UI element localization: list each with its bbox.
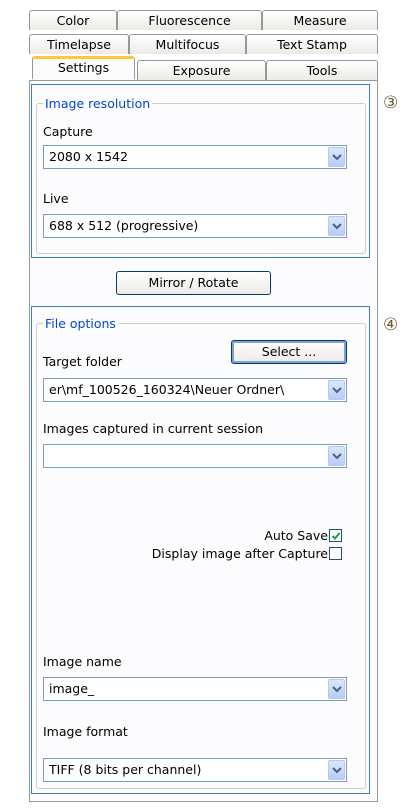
select-folder-button[interactable]: Select ... — [231, 340, 347, 364]
callout-marker-4: ④ — [383, 315, 399, 335]
tab-text-stamp[interactable]: Text Stamp — [246, 34, 378, 54]
target-folder-value: er\mf_100526_160324\Neuer Ordner\ — [49, 382, 285, 397]
images-captured-label: Images captured in current session — [43, 421, 264, 436]
live-resolution-select[interactable]: 688 x 512 (progressive) — [43, 214, 347, 238]
file-options-legend: File options — [43, 316, 118, 331]
capture-resolution-select[interactable]: 2080 x 1542 — [43, 145, 347, 169]
images-captured-select[interactable] — [43, 444, 347, 468]
tab-fluorescence[interactable]: Fluorescence — [117, 10, 262, 30]
checkmark-icon — [331, 532, 341, 540]
target-folder-label: Target folder — [43, 354, 122, 369]
image-name-select[interactable]: image_ — [43, 677, 347, 701]
live-label: Live — [43, 191, 69, 206]
target-folder-select[interactable]: er\mf_100526_160324\Neuer Ordner\ — [43, 378, 347, 402]
image-name-label: Image name — [43, 654, 122, 669]
tab-tools[interactable]: Tools — [266, 60, 378, 80]
capture-resolution-value: 2080 x 1542 — [49, 149, 128, 164]
image-format-value: TIFF (8 bits per channel) — [49, 762, 202, 777]
chevron-down-icon[interactable] — [328, 760, 345, 780]
auto-save-checkbox[interactable] — [329, 529, 342, 542]
live-resolution-value: 688 x 512 (progressive) — [49, 218, 199, 233]
capture-label: Capture — [43, 124, 93, 139]
image-format-label: Image format — [43, 724, 128, 739]
display-after-capture-checkbox[interactable] — [329, 547, 342, 560]
tab-measure[interactable]: Measure — [262, 10, 378, 30]
image-format-select[interactable]: TIFF (8 bits per channel) — [43, 758, 347, 782]
image-resolution-legend: Image resolution — [43, 96, 153, 111]
chevron-down-icon[interactable] — [328, 147, 345, 167]
tab-exposure[interactable]: Exposure — [137, 60, 266, 80]
tab-timelapse[interactable]: Timelapse — [29, 34, 129, 54]
tab-multifocus[interactable]: Multifocus — [129, 34, 246, 54]
callout-marker-3: ③ — [383, 93, 399, 113]
chevron-down-icon[interactable] — [328, 446, 345, 466]
auto-save-label: Auto Save — [264, 528, 328, 543]
chevron-down-icon[interactable] — [328, 380, 345, 400]
tab-color[interactable]: Color — [29, 10, 117, 30]
image-name-value: image_ — [49, 681, 95, 696]
chevron-down-icon[interactable] — [328, 216, 345, 236]
mirror-rotate-button[interactable]: Mirror / Rotate — [116, 271, 271, 295]
tab-settings[interactable]: Settings — [32, 56, 135, 79]
chevron-down-icon[interactable] — [328, 679, 345, 699]
display-after-capture-label: Display image after Capture — [151, 546, 328, 561]
